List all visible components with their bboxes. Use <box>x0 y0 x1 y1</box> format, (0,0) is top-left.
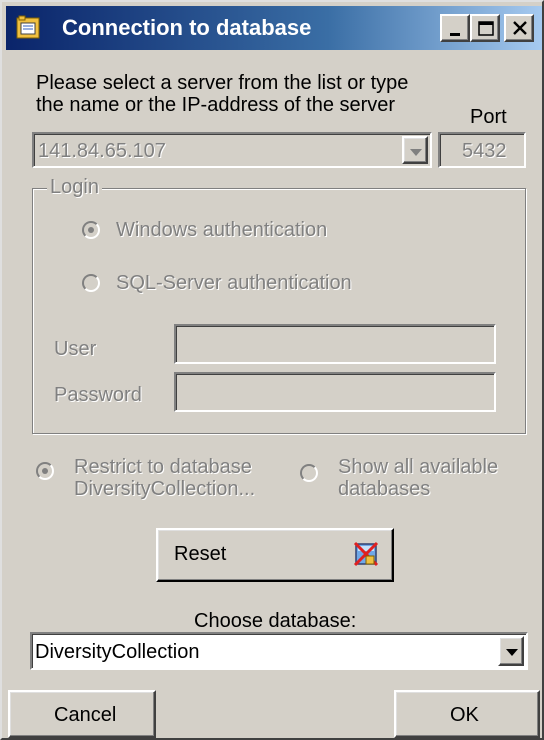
windows-auth-radio[interactable] <box>82 221 100 239</box>
reset-button-label: Reset <box>174 543 227 565</box>
port-value: 5432 <box>462 140 507 162</box>
title-bar[interactable]: Connection to database <box>6 6 542 50</box>
port-field[interactable]: 5432 <box>438 132 526 168</box>
window-title: Connection to database <box>62 15 312 40</box>
choose-database-label: Choose database: <box>194 610 357 632</box>
close-button[interactable] <box>504 14 534 42</box>
connection-dialog: Connection to database Please select a s… <box>0 0 544 740</box>
radio-selected-dot <box>88 227 94 233</box>
maximize-icon <box>478 21 494 36</box>
user-field[interactable] <box>174 324 496 364</box>
port-label: Port <box>470 106 507 128</box>
cancel-button-label: Cancel <box>54 704 117 726</box>
server-dropdown-button[interactable] <box>402 136 428 164</box>
password-field[interactable] <box>174 372 496 412</box>
sql-auth-label: SQL-Server authentication <box>116 272 352 294</box>
password-label: Password <box>54 384 142 406</box>
show-all-databases-radio[interactable] <box>300 464 318 482</box>
minimize-button[interactable] <box>440 14 470 42</box>
database-value: DiversityCollection <box>35 641 200 663</box>
login-group-label: Login <box>47 176 102 199</box>
server-instructions-line2: the name or the IP-address of the server <box>36 94 396 116</box>
server-combobox[interactable]: 141.84.65.107 <box>32 132 432 168</box>
cancel-button[interactable]: Cancel <box>8 690 156 738</box>
show-all-databases-label-line1: Show all available <box>338 456 499 478</box>
radio-selected-dot <box>42 468 48 474</box>
user-label: User <box>54 338 97 360</box>
database-dropdown-button[interactable] <box>498 636 524 666</box>
server-value: 141.84.65.107 <box>38 140 166 162</box>
database-combobox[interactable]: DiversityCollection <box>30 632 528 670</box>
restrict-database-label-line1: Restrict to database <box>74 456 252 478</box>
reset-button[interactable]: Reset <box>156 528 394 582</box>
app-icon <box>14 14 44 42</box>
minimize-icon <box>450 33 460 36</box>
windows-auth-label: Windows authentication <box>116 219 328 241</box>
chevron-down-icon <box>410 149 422 156</box>
show-all-databases-label-line2: databases <box>338 478 431 500</box>
maximize-button[interactable] <box>470 14 500 42</box>
ok-button-label: OK <box>450 704 479 726</box>
close-icon <box>513 21 527 35</box>
restrict-database-radio[interactable] <box>36 462 54 480</box>
sql-auth-radio[interactable] <box>82 274 100 292</box>
restrict-database-label-line2: DiversityCollection... <box>74 478 256 500</box>
ok-button[interactable]: OK <box>394 690 540 738</box>
reset-database-icon <box>352 540 380 574</box>
chevron-down-icon <box>506 649 518 656</box>
server-instructions-line1: Please select a server from the list or … <box>36 72 409 94</box>
